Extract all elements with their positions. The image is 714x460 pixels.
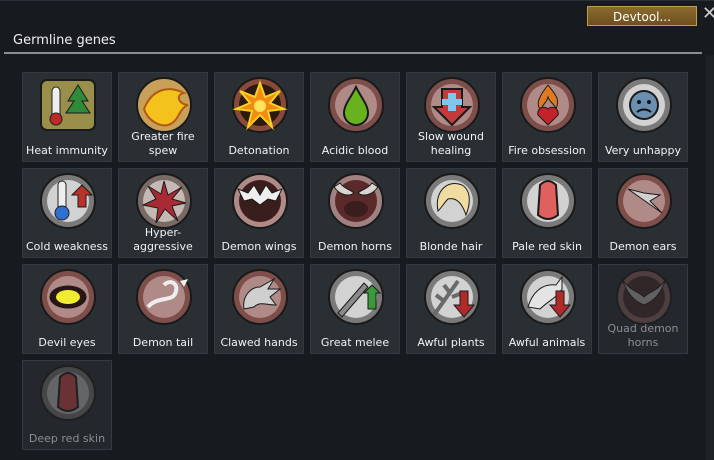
gene-tile[interactable]: Awful animals (502, 264, 592, 354)
gene-tile[interactable]: Awful plants (406, 264, 496, 354)
gene-label: Deep red skin (28, 432, 106, 445)
gene-label: Devil eyes (38, 336, 96, 349)
acid-drop-icon (328, 77, 384, 133)
demon-wings-icon (232, 173, 288, 229)
gene-tile[interactable]: Demon horns (310, 168, 400, 258)
section-title: Germline genes (13, 33, 116, 48)
demon-ears-icon (616, 173, 672, 229)
pale-red-skin-icon (520, 173, 576, 229)
gene-label: Demon ears (609, 240, 677, 253)
gene-tile[interactable]: Clawed hands (214, 264, 304, 354)
gene-label: Detonation (228, 144, 290, 157)
flame-heart-icon (520, 77, 576, 133)
gene-label: Pale red skin (512, 240, 582, 253)
gene-label: Clawed hands (220, 336, 298, 349)
demon-tail-icon (136, 269, 192, 325)
gene-tile[interactable]: Slow wound healing (406, 72, 496, 162)
devtool-button[interactable]: Devtool... (587, 6, 697, 26)
gene-label: Hyper-aggressive (133, 226, 193, 253)
fire-spew-icon (136, 77, 192, 133)
gene-tile[interactable]: Deep red skin (22, 360, 112, 450)
gene-tile[interactable]: Greater fire spew (118, 72, 208, 162)
blonde-hair-icon (424, 173, 480, 229)
gene-tile[interactable]: Demon tail (118, 264, 208, 354)
scrollbar[interactable] (706, 55, 714, 460)
gene-label: Heat immunity (26, 144, 108, 157)
explosion-icon (232, 77, 288, 133)
gene-tile[interactable]: Blonde hair (406, 168, 496, 258)
sad-face-icon (616, 77, 672, 133)
gene-label: Greater fire spew (131, 130, 195, 157)
gene-label: Demon horns (318, 240, 392, 253)
claw-icon (232, 269, 288, 325)
gene-label: Awful plants (417, 336, 485, 349)
devil-eye-icon (40, 269, 96, 325)
gene-label: Cold weakness (25, 240, 109, 253)
sword-up-icon (328, 269, 384, 325)
thermometer-tree-icon (40, 79, 96, 131)
gene-label: Awful animals (508, 336, 586, 349)
gene-label: Demon wings (221, 240, 297, 253)
gene-label: Demon tail (132, 336, 194, 349)
gene-tile[interactable]: Great melee (310, 264, 400, 354)
cold-thermometer-icon (40, 173, 96, 229)
gene-tile[interactable]: Very unhappy (598, 72, 688, 162)
medical-cross-down-icon (424, 77, 480, 133)
quad-horns-icon (616, 269, 672, 325)
gene-tile[interactable]: Hyper-aggressive (118, 168, 208, 258)
gene-label: Fire obsession (508, 144, 586, 157)
gene-label: Quad demon horns (607, 322, 679, 349)
animal-down-icon (520, 269, 576, 325)
gene-tile[interactable]: Acidic blood (310, 72, 400, 162)
gene-tile[interactable]: Pale red skin (502, 168, 592, 258)
gene-tile[interactable]: Quad demon horns (598, 264, 688, 354)
demon-horns-icon (328, 173, 384, 229)
gene-tile[interactable]: Demon ears (598, 168, 688, 258)
gene-label: Great melee (320, 336, 390, 349)
gene-label: Blonde hair (419, 240, 483, 253)
plant-down-icon (424, 269, 480, 325)
close-icon[interactable]: ✕ (702, 3, 714, 25)
gene-tile[interactable]: Devil eyes (22, 264, 112, 354)
gene-tile[interactable]: Fire obsession (502, 72, 592, 162)
gene-label: Very unhappy (604, 144, 682, 157)
gene-tile[interactable]: Demon wings (214, 168, 304, 258)
gene-label: Acidic blood (321, 144, 389, 157)
section-divider (4, 52, 702, 54)
gene-label: Slow wound healing (418, 130, 484, 157)
gene-tile[interactable]: Detonation (214, 72, 304, 162)
burst-icon (136, 173, 192, 229)
deep-red-skin-icon (40, 365, 96, 421)
gene-tile[interactable]: Heat immunity (22, 72, 112, 162)
germline-genes-window: ✕ Devtool... Germline genes Heat immunit… (0, 0, 714, 460)
gene-tile[interactable]: Cold weakness (22, 168, 112, 258)
